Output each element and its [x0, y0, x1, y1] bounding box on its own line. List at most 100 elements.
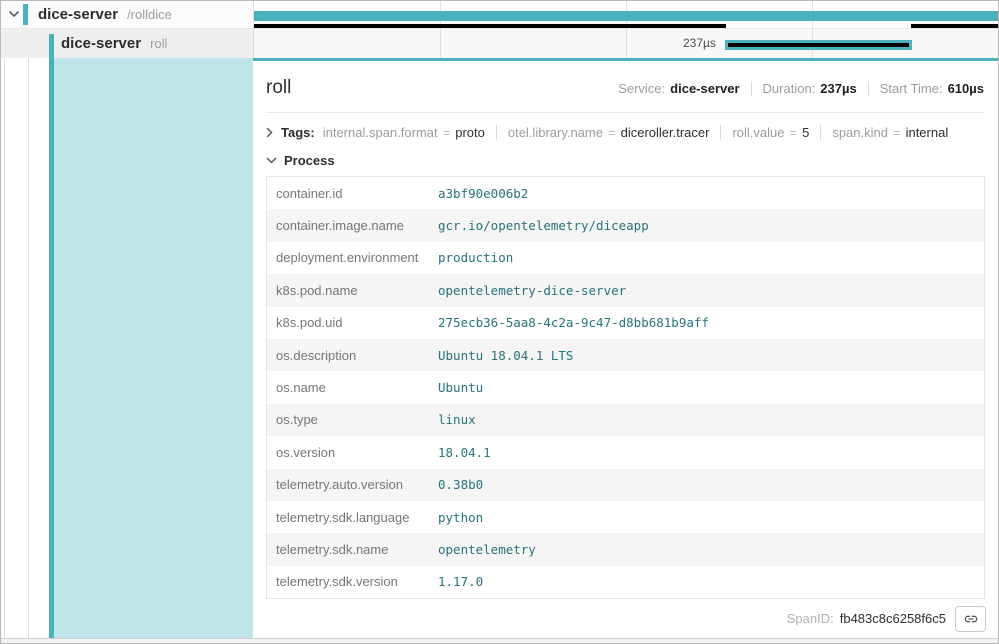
table-row: k8s.pod.uid275ecb36-5aa8-4c2a-9c47-d8bb6…	[267, 307, 984, 339]
service-label: Service:	[618, 81, 665, 96]
span-operation-name: /rolldice	[127, 7, 172, 22]
process-value: opentelemetry	[438, 542, 536, 557]
start-time-label: Start Time:	[880, 81, 943, 96]
span-service-name: dice-server	[61, 35, 141, 52]
span-name-cell-rolldice[interactable]: dice-server /rolldice	[1, 1, 253, 29]
tag-key: roll.value	[732, 125, 784, 140]
collapse-chevron-icon[interactable]	[8, 8, 22, 22]
start-time-value: 610µs	[948, 81, 984, 96]
process-value: 18.04.1	[438, 445, 491, 460]
deep-link-button[interactable]	[955, 606, 986, 632]
process-key: os.type	[267, 412, 438, 427]
table-row: container.ida3bf90e006b2	[267, 177, 984, 209]
tag-value: internal	[906, 125, 949, 140]
process-table: container.ida3bf90e006b2 container.image…	[266, 176, 985, 599]
table-row: os.descriptionUbuntu 18.04.1 LTS	[267, 339, 984, 371]
table-row: telemetry.sdk.version1.17.0	[267, 566, 984, 598]
process-header: Process	[284, 153, 335, 168]
tag-equals: =	[608, 125, 616, 140]
span-duration-label: 237µs	[254, 29, 716, 58]
process-key: telemetry.sdk.language	[267, 510, 438, 525]
process-key: deployment.environment	[267, 250, 438, 265]
bottom-strip	[1, 638, 998, 643]
table-row: deployment.environmentproduction	[267, 242, 984, 274]
table-row: telemetry.sdk.languagepython	[267, 501, 984, 533]
span-name-cell-roll[interactable]: dice-server roll	[1, 29, 253, 58]
detail-row-gutter	[1, 58, 253, 638]
tag-item: internal.span.format = proto	[323, 125, 485, 140]
process-value: Ubuntu	[438, 380, 483, 395]
divider	[751, 81, 752, 96]
duration-label: Duration:	[763, 81, 816, 96]
span-row-rolldice[interactable]: dice-server /rolldice	[1, 1, 998, 29]
process-key: telemetry.sdk.name	[267, 542, 438, 557]
table-row: telemetry.auto.version0.38b0	[267, 469, 984, 501]
process-key: telemetry.auto.version	[267, 477, 438, 492]
process-key: k8s.pod.uid	[267, 315, 438, 330]
tag-key: internal.span.format	[323, 125, 438, 140]
tag-value: diceroller.tracer	[621, 125, 710, 140]
span-detail-footer: SpanID: fb483c8c6258f6c5	[253, 599, 998, 638]
process-value: a3bf90e006b2	[438, 186, 528, 201]
trace-detail-view: dice-server /rolldice dice-server roll	[0, 0, 999, 644]
span-timeline-cell-roll[interactable]: 237µs	[253, 29, 998, 58]
span-overview: Service: dice-server Duration: 237µs Sta…	[618, 81, 984, 96]
divider	[496, 125, 497, 140]
span-duration-bar[interactable]	[725, 40, 912, 50]
divider	[720, 125, 721, 140]
span-operation-name: roll	[150, 36, 167, 51]
process-value: Ubuntu 18.04.1 LTS	[438, 348, 573, 363]
span-color-bar	[49, 34, 54, 58]
spanid-value: fb483c8c6258f6c5	[840, 611, 946, 626]
service-value: dice-server	[670, 81, 739, 96]
critical-path-segment	[254, 24, 726, 28]
process-toggle[interactable]: Process	[266, 153, 985, 168]
span-duration-bar[interactable]	[254, 11, 998, 21]
process-value: 275ecb36-5aa8-4c2a-9c47-d8bb681b9aff	[438, 315, 709, 330]
divider	[868, 81, 869, 96]
span-color-bar	[23, 4, 28, 25]
tags-toggle[interactable]: Tags: internal.span.format = proto otel.…	[266, 125, 985, 140]
tag-item: otel.library.name = diceroller.tracer	[508, 125, 710, 140]
link-icon	[963, 611, 979, 627]
tag-equals: =	[790, 125, 798, 140]
tag-key: span.kind	[832, 125, 888, 140]
table-row: os.typelinux	[267, 404, 984, 436]
tag-equals: =	[893, 125, 901, 140]
selected-span-highlight	[54, 58, 253, 638]
tag-item: roll.value = 5	[732, 125, 809, 140]
process-key: os.name	[267, 380, 438, 395]
critical-path-segment	[911, 24, 998, 28]
tag-value: 5	[802, 125, 809, 140]
span-timeline-cell-rolldice[interactable]	[253, 1, 998, 29]
table-row: telemetry.sdk.nameopentelemetry	[267, 533, 984, 565]
tag-key: otel.library.name	[508, 125, 603, 140]
span-detail-panel: roll Service: dice-server Duration: 237µ…	[253, 58, 998, 638]
tag-equals: =	[443, 125, 451, 140]
process-value: 0.38b0	[438, 477, 483, 492]
process-value: 1.17.0	[438, 574, 483, 589]
process-key: os.description	[267, 348, 438, 363]
indent-guide	[28, 58, 29, 638]
table-row: os.nameUbuntu	[267, 371, 984, 403]
process-value: opentelemetry-dice-server	[438, 283, 626, 298]
divider	[820, 125, 821, 140]
span-row-roll[interactable]: dice-server roll 237µs	[1, 29, 998, 58]
tag-value: proto	[455, 125, 485, 140]
table-row: os.version18.04.1	[267, 436, 984, 468]
spanid-label: SpanID:	[787, 611, 834, 626]
process-key: k8s.pod.name	[267, 283, 438, 298]
chevron-right-icon	[266, 127, 274, 138]
process-key: container.image.name	[267, 218, 438, 233]
tag-item: span.kind = internal	[832, 125, 948, 140]
process-key: telemetry.sdk.version	[267, 574, 438, 589]
process-value: gcr.io/opentelemetry/diceapp	[438, 218, 649, 233]
duration-value: 237µs	[820, 81, 856, 96]
indent-guide	[4, 58, 5, 638]
critical-path-segment	[728, 43, 909, 47]
process-value: linux	[438, 412, 476, 427]
span-detail-title: roll	[266, 77, 291, 99]
tags-header: Tags:	[281, 125, 315, 140]
span-detail-header: roll Service: dice-server Duration: 237µ…	[266, 61, 984, 113]
process-key: os.version	[267, 445, 438, 460]
